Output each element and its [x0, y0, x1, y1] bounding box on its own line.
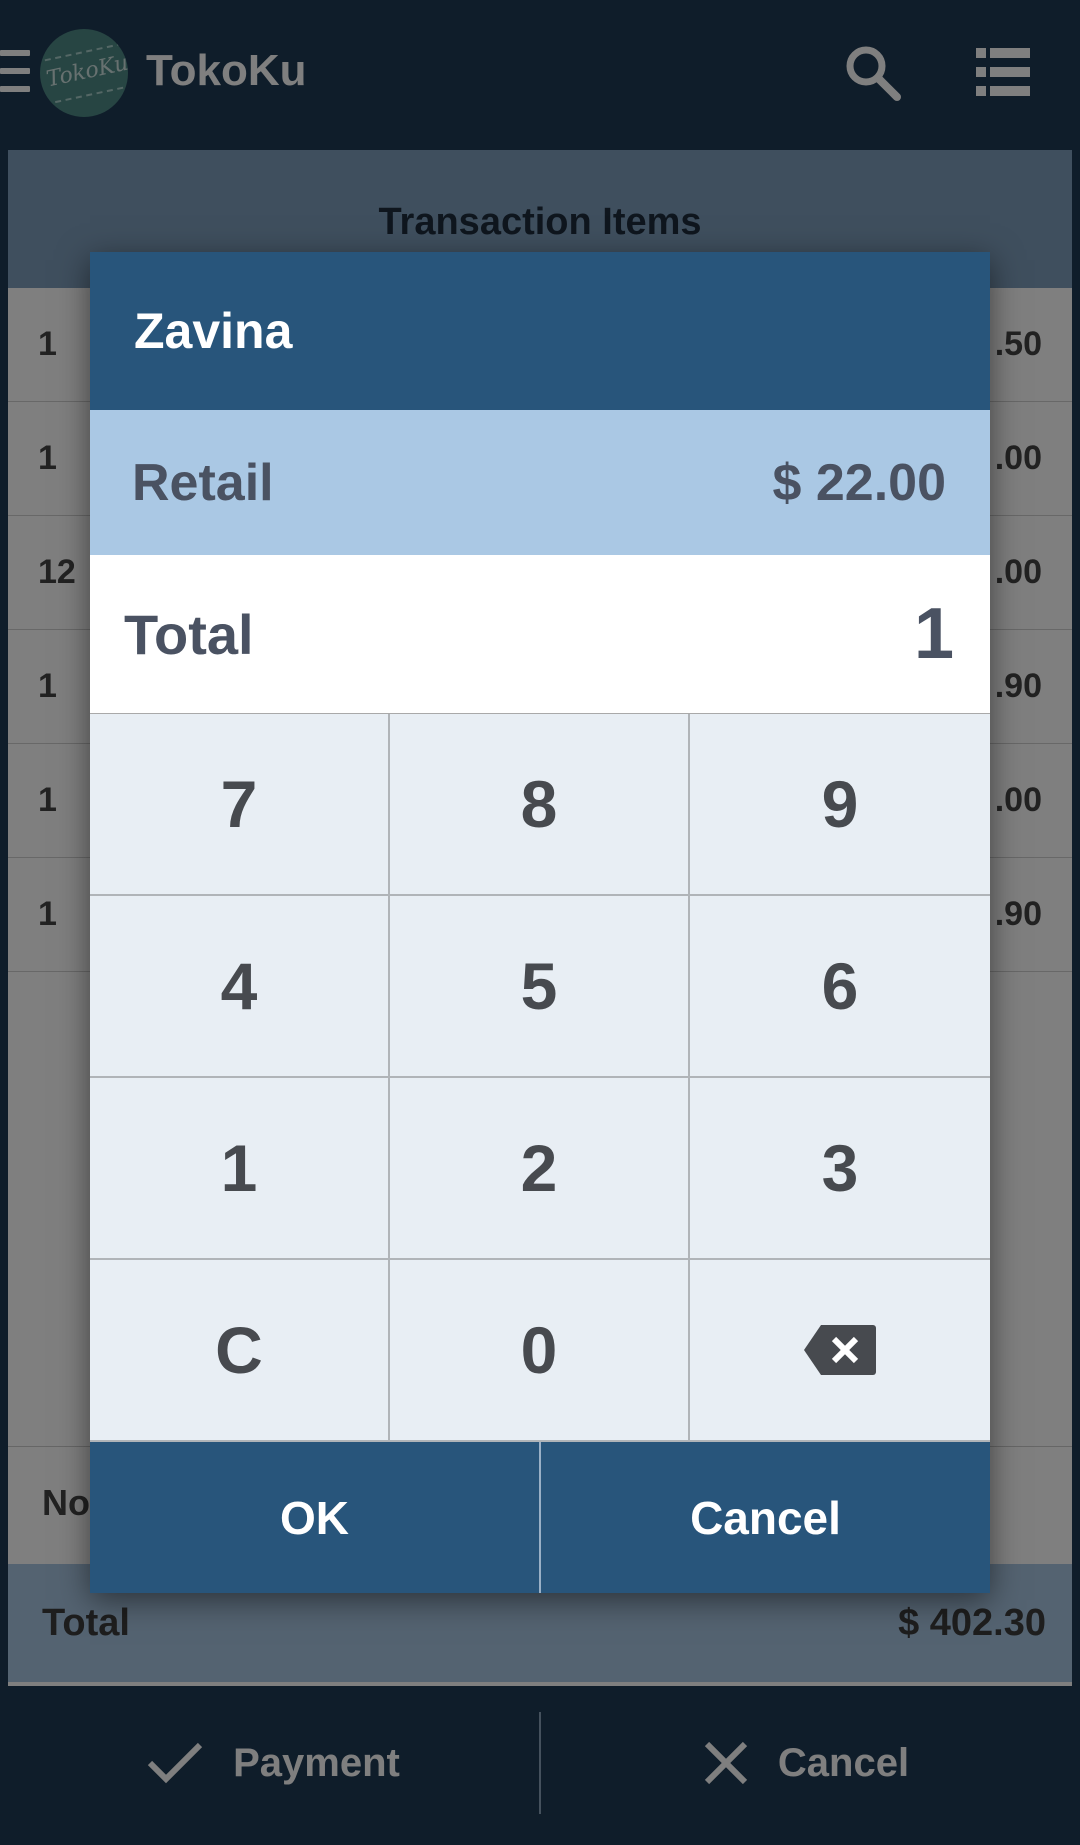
dialog-title: Zavina — [90, 252, 990, 410]
quantity-dialog: Zavina Retail $ 22.00 Total 1 7 8 9 4 5 … — [90, 252, 990, 1593]
key-backspace[interactable] — [690, 1260, 990, 1442]
key-3[interactable]: 3 — [690, 1078, 990, 1260]
numeric-keypad: 7 8 9 4 5 6 1 2 3 C 0 — [90, 713, 990, 1442]
cancel-button[interactable]: Cancel — [541, 1442, 990, 1593]
price-value: $ 22.00 — [772, 453, 947, 512]
ok-button[interactable]: OK — [90, 1442, 539, 1593]
key-0[interactable]: 0 — [390, 1260, 690, 1442]
quantity-display: Total 1 — [90, 555, 990, 713]
price-label: Retail — [132, 453, 274, 512]
key-2[interactable]: 2 — [390, 1078, 690, 1260]
key-9[interactable]: 9 — [690, 714, 990, 896]
backspace-icon — [804, 1325, 876, 1375]
key-5[interactable]: 5 — [390, 896, 690, 1078]
key-8[interactable]: 8 — [390, 714, 690, 896]
key-clear[interactable]: C — [90, 1260, 390, 1442]
quantity-value: 1 — [913, 594, 954, 674]
key-1[interactable]: 1 — [90, 1078, 390, 1260]
key-6[interactable]: 6 — [690, 896, 990, 1078]
key-4[interactable]: 4 — [90, 896, 390, 1078]
dialog-actions: OK Cancel — [90, 1442, 990, 1593]
quantity-label: Total — [124, 602, 254, 666]
key-7[interactable]: 7 — [90, 714, 390, 896]
price-row: Retail $ 22.00 — [90, 410, 990, 555]
